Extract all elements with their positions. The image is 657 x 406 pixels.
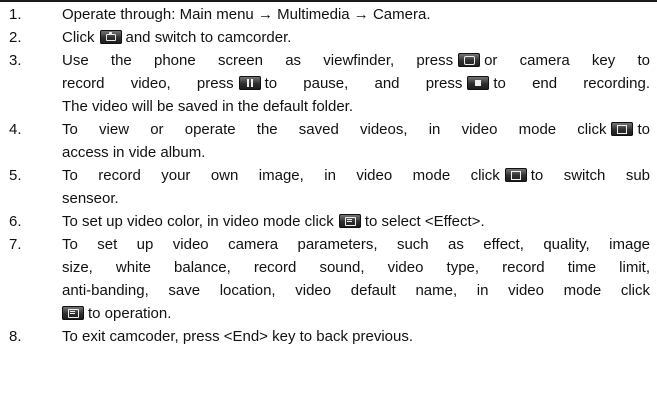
step-number: 5. (9, 167, 22, 184)
step-text-line: Use the phone screen as viewfinder, pres… (62, 49, 650, 72)
step-number: 6. (9, 213, 22, 230)
step-text: Click (62, 29, 95, 46)
step-number: 3. (9, 52, 22, 69)
step-text-line: access in vide album. (62, 144, 206, 161)
step-text: record video, press (62, 75, 234, 92)
settings-menu-icon (62, 306, 84, 320)
step-text: to end recording. (493, 75, 650, 92)
step-text-line: record video, press to pause, and press to… (62, 72, 650, 95)
album-icon (611, 122, 634, 136)
stop-icon (467, 76, 490, 90)
step-text: to operation. (88, 305, 172, 322)
step-text: to select <Effect>. (364, 213, 485, 230)
step-text: Use the phone screen as viewfinder, pres… (62, 52, 454, 69)
step-text: to switch sub (530, 167, 650, 184)
top-rule (0, 0, 657, 2)
step-text-line: To set up video camera parameters, such … (62, 236, 650, 253)
step-text-line: Click and switch to camcorder. (62, 26, 650, 49)
step-text-line: To set up video color, in video mode cli… (62, 210, 650, 233)
step-text: and switch to camcorder. (125, 29, 292, 46)
step-number: 7. (9, 236, 22, 253)
step-text-line: To exit camcoder, press <End> key to bac… (62, 328, 414, 345)
step-text-line: Operate through: Main menu → Multimedia … (62, 6, 431, 23)
step-number: 2. (9, 29, 22, 46)
step-text: to pause, and press (264, 75, 463, 92)
record-icon (458, 53, 481, 67)
step-text: To record your own image, in video mode … (62, 167, 500, 184)
effect-menu-icon (338, 214, 361, 228)
step-text: To view or operate the saved videos, in … (62, 121, 607, 138)
step-number: 1. (9, 6, 22, 23)
step-number: 8. (9, 328, 22, 345)
step-text-line: The video will be saved in the default f… (62, 98, 354, 115)
step-text-line: senseor. (62, 190, 119, 207)
pause-icon (238, 76, 261, 90)
step-text: or camera key to (484, 52, 650, 69)
step-text-line: anti-banding, save location, video defau… (62, 282, 650, 299)
step-number: 4. (9, 121, 22, 138)
step-text-line: to operation. (62, 302, 650, 325)
manual-page: 1. Operate through: Main menu → Multimed… (0, 0, 657, 406)
step-text-line: To record your own image, in video mode … (62, 164, 650, 187)
step-text-line: To view or operate the saved videos, in … (62, 118, 650, 141)
step-text: to (637, 121, 650, 138)
step-text: To set up video color, in video mode cli… (62, 213, 334, 230)
sub-sensor-icon (504, 168, 527, 182)
step-text-line: size, white balance, record sound, video… (62, 259, 650, 276)
camcorder-switch-icon (99, 30, 122, 44)
